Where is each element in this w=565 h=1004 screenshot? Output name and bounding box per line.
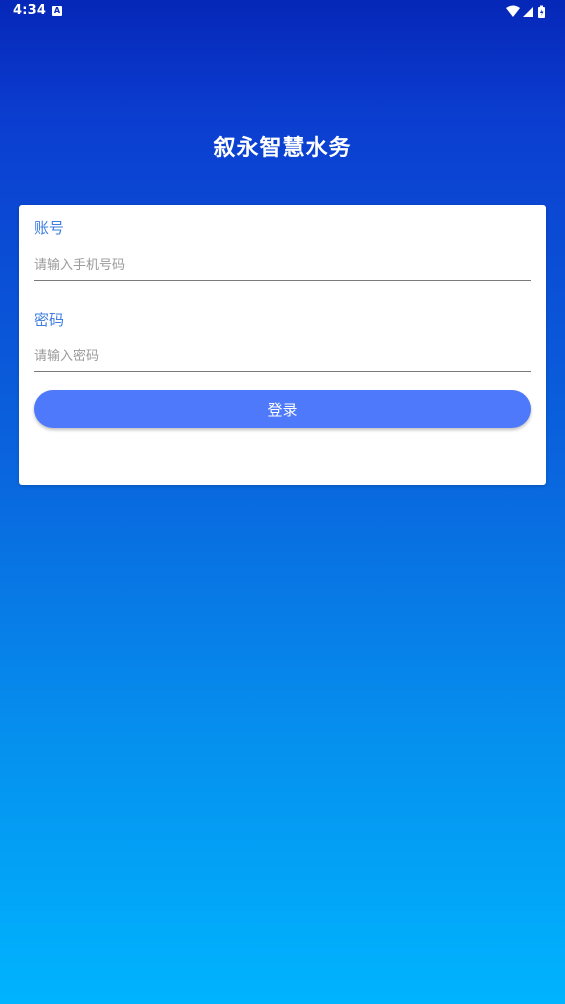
status-icons	[505, 4, 553, 20]
login-button[interactable]: 登录	[34, 390, 531, 428]
signal-icon	[523, 7, 533, 17]
status-bar: 4:34 A	[0, 0, 565, 24]
password-input[interactable]	[34, 341, 531, 372]
login-card: 账号 密码 登录	[19, 205, 546, 485]
password-label: 密码	[34, 311, 65, 329]
wifi-icon	[506, 5, 520, 17]
status-time: 4:34	[13, 3, 47, 18]
account-label: 账号	[34, 219, 65, 237]
page-title: 叙永智慧水务	[213, 136, 352, 161]
a-icon: A	[52, 6, 62, 16]
account-input[interactable]	[34, 250, 531, 281]
battery-icon	[538, 5, 545, 18]
